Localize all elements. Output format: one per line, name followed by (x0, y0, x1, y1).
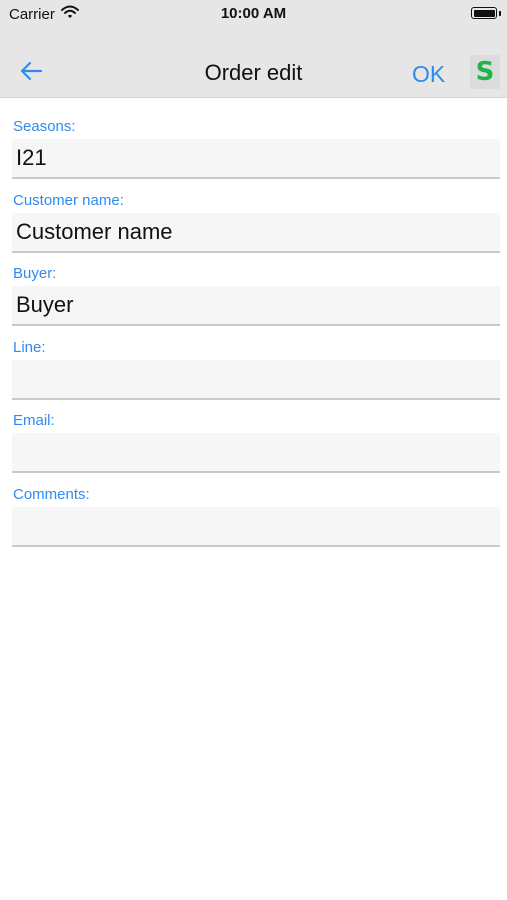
buyer-input[interactable]: Buyer (12, 286, 500, 326)
status-time: 10:00 AM (220, 5, 287, 22)
customer-name-field: Customer name: Customer name (12, 191, 500, 265)
email-label: Email: (13, 412, 55, 429)
comments-field: Comments: (12, 485, 500, 559)
top-bar: Carrier 10:00 AM Order edit OK S (0, 0, 507, 98)
comments-label: Comments: (13, 485, 90, 503)
line-label: Line: (13, 338, 46, 356)
email-field: Email: (12, 411, 500, 485)
line-input[interactable] (12, 359, 500, 400)
line-field: Line: (12, 338, 500, 412)
buyer-field: Buyer: Buyer (12, 264, 500, 338)
battery-icon (471, 7, 497, 19)
seasons-input[interactable]: I21 (12, 139, 500, 179)
comments-input[interactable] (12, 506, 500, 547)
ok-button[interactable]: OK (412, 61, 445, 88)
customer-name-input[interactable]: Customer name (12, 212, 500, 253)
battery-tip (498, 11, 501, 16)
email-input[interactable] (12, 433, 500, 473)
order-edit-screen: Carrier 10:00 AM Order edit OK S Seasons (0, 0, 507, 900)
customer-name-label: Customer name: (13, 191, 124, 209)
seasons-field: Seasons: I21 (12, 117, 500, 191)
order-form: Seasons: I21 Customer name: Customer nam… (12, 117, 500, 559)
battery-level-fill (473, 9, 495, 17)
buyer-label: Buyer: (13, 265, 57, 282)
s-logo-icon[interactable]: S (470, 55, 500, 89)
seasons-label: Seasons: (13, 118, 76, 135)
